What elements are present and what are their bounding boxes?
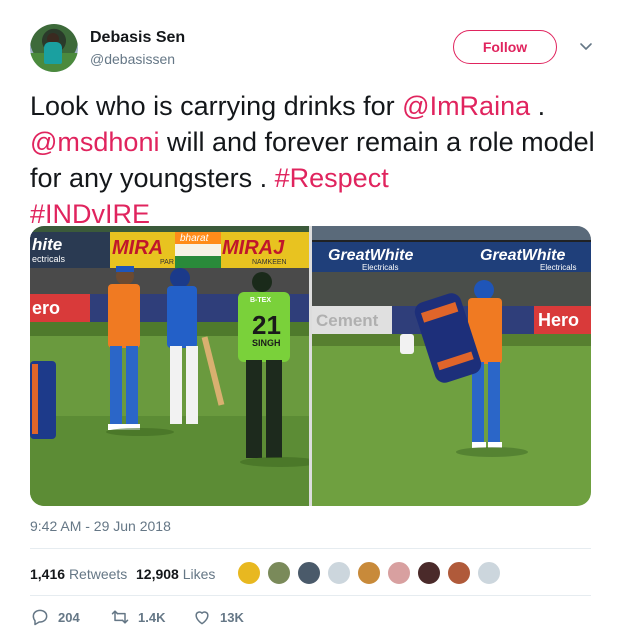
reply-button[interactable]: 204 bbox=[30, 607, 80, 627]
reply-count: 204 bbox=[58, 609, 80, 625]
likes-count: 12,908 bbox=[136, 566, 179, 582]
liker-avatar[interactable] bbox=[356, 560, 382, 586]
divider bbox=[30, 548, 591, 549]
like-count: 13K bbox=[220, 609, 244, 625]
retweets-label: Retweets bbox=[68, 566, 128, 582]
liker-avatar[interactable] bbox=[266, 560, 292, 586]
author-avatar[interactable] bbox=[30, 24, 78, 72]
retweet-icon bbox=[111, 610, 129, 624]
board-text: Hero bbox=[538, 310, 579, 330]
photo-left[interactable]: hite ectricals MIRA bharat PAR MIRAJ NAM… bbox=[30, 226, 309, 506]
retweets-stat[interactable]: 1,416 Retweets bbox=[30, 566, 127, 582]
retweet-button[interactable]: 1.4K bbox=[110, 607, 165, 627]
mention-msdhoni[interactable]: @msdhoni bbox=[30, 127, 159, 157]
like-button[interactable]: 13K bbox=[192, 607, 244, 627]
board-text: MIRA bbox=[112, 237, 163, 259]
jersey-name: SINGH bbox=[252, 338, 281, 348]
board-text: ero bbox=[32, 298, 60, 318]
jersey-number: 21 bbox=[252, 310, 281, 340]
tweet-stats: 1,416 Retweets 12,908 Likes bbox=[30, 558, 591, 592]
retweets-count: 1,416 bbox=[30, 566, 66, 582]
board-text: PAR bbox=[160, 259, 174, 266]
tweet-text-segment: Look who is carrying drinks for bbox=[30, 91, 403, 121]
jersey-sponsor: B-TEX bbox=[250, 297, 271, 304]
board-text: MIRAJ bbox=[222, 237, 285, 259]
author-handle[interactable]: @debasissen bbox=[90, 51, 175, 67]
tweet-text-segment: . bbox=[530, 91, 546, 121]
board-text: Cement bbox=[316, 311, 379, 330]
likes-stat[interactable]: 12,908 Likes bbox=[136, 566, 215, 582]
liker-avatar[interactable] bbox=[386, 560, 412, 586]
retweet-count: 1.4K bbox=[138, 609, 166, 625]
mention-imraina[interactable]: @ImRaina bbox=[402, 91, 530, 121]
board-text: GreatWhite bbox=[480, 247, 565, 264]
board-text: bharat bbox=[180, 233, 210, 244]
tweet-timestamp[interactable]: 9:42 AM - 29 Jun 2018 bbox=[30, 518, 171, 534]
tweet-text: Look who is carrying drinks for @ImRaina… bbox=[30, 88, 595, 232]
photo-right[interactable]: GreatWhite Electricals GreatWhite Electr… bbox=[312, 226, 591, 506]
hashtag-respect[interactable]: #Respect bbox=[275, 163, 389, 193]
reply-icon bbox=[32, 609, 48, 626]
tweet-header: Debasis Sen @debasissen Follow bbox=[30, 24, 600, 74]
liker-avatar[interactable] bbox=[416, 560, 442, 586]
tweet-actions: 204 1.4K 13K bbox=[30, 607, 591, 633]
liker-avatar[interactable] bbox=[296, 560, 322, 586]
likes-label: Likes bbox=[182, 566, 216, 582]
board-text: hite bbox=[32, 235, 62, 254]
follow-button[interactable]: Follow bbox=[453, 30, 557, 64]
board-text: GreatWhite bbox=[328, 247, 413, 264]
tweet-media: hite ectricals MIRA bharat PAR MIRAJ NAM… bbox=[30, 226, 591, 506]
board-text: Electricals bbox=[540, 263, 576, 272]
hashtag-indvire[interactable]: #INDvIRE bbox=[30, 199, 150, 229]
board-text: ectricals bbox=[32, 254, 66, 264]
liker-avatar[interactable] bbox=[326, 560, 352, 586]
liker-avatar[interactable] bbox=[446, 560, 472, 586]
liker-avatar[interactable] bbox=[476, 560, 502, 586]
liker-avatar[interactable] bbox=[236, 560, 262, 586]
divider bbox=[30, 595, 591, 596]
chevron-down-icon[interactable] bbox=[578, 38, 594, 54]
board-text: NAMKEEN bbox=[252, 259, 287, 266]
heart-icon bbox=[195, 611, 209, 625]
author-name[interactable]: Debasis Sen bbox=[90, 29, 185, 47]
board-text: Electricals bbox=[362, 263, 398, 272]
